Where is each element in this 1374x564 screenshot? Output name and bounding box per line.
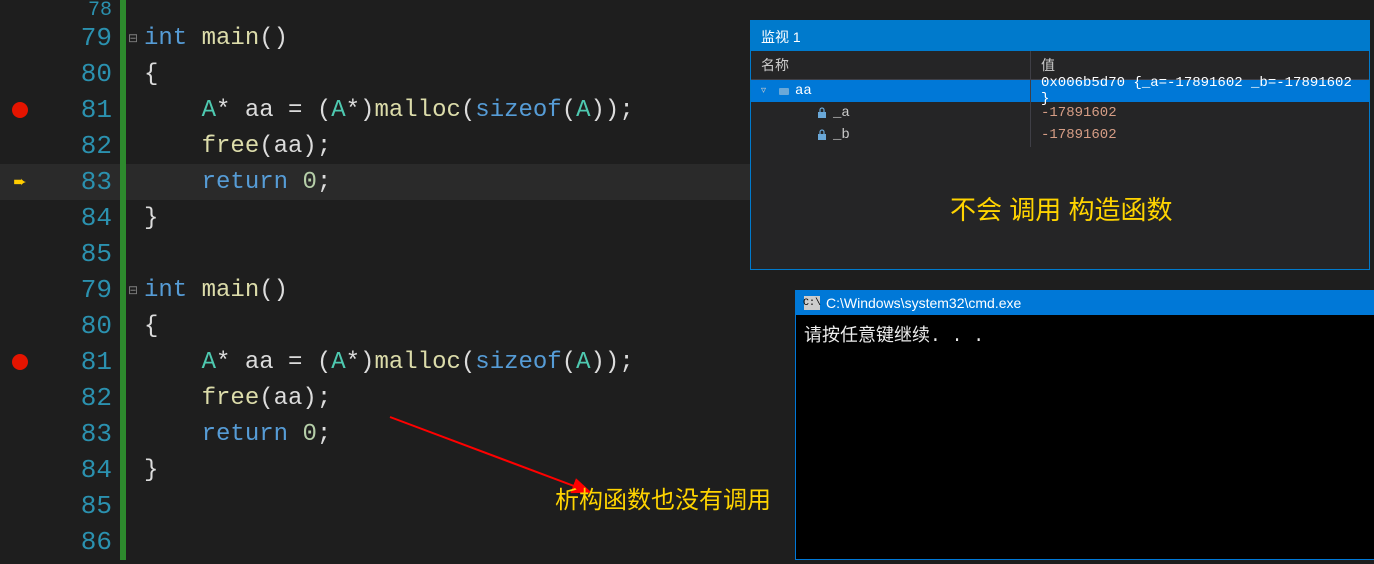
- fold-toggle-icon[interactable]: ⊟: [126, 31, 140, 46]
- code-text[interactable]: }: [140, 205, 158, 232]
- cmd-icon: C:\: [804, 296, 820, 310]
- line-number: 79: [40, 23, 120, 53]
- change-bar: [120, 308, 126, 344]
- code-line[interactable]: 79 ⊟int main(): [0, 272, 800, 308]
- code-text[interactable]: return 0;: [140, 421, 331, 448]
- breakpoint-icon[interactable]: [12, 102, 28, 118]
- line-number: 83: [40, 167, 120, 197]
- watch-window[interactable]: 监视 1 名称 值 ▿ aa0x006b5d70 {_a=-17891602 _…: [750, 20, 1370, 270]
- watch-var-name[interactable]: _b: [751, 123, 1031, 147]
- line-number: 84: [40, 455, 120, 485]
- line-number: 80: [40, 311, 120, 341]
- console-window[interactable]: C:\ C:\Windows\system32\cmd.exe 请按任意键继续.…: [795, 290, 1374, 560]
- code-line[interactable]: 82 free(aa);: [0, 380, 800, 416]
- code-line[interactable]: 85: [0, 236, 800, 272]
- line-number: 81: [40, 95, 120, 125]
- line-number: 80: [40, 59, 120, 89]
- code-text[interactable]: free(aa);: [140, 385, 331, 412]
- line-number: 82: [40, 131, 120, 161]
- console-titlebar[interactable]: C:\ C:\Windows\system32\cmd.exe: [796, 291, 1374, 315]
- code-text[interactable]: free(aa);: [140, 133, 331, 160]
- fold-toggle-icon[interactable]: ⊟: [126, 283, 140, 298]
- change-bar: [120, 128, 126, 164]
- watch-var-value: -17891602: [1031, 101, 1369, 125]
- code-block-1: 7879 ⊟int main() 80 {81 A* aa = (A*)malloc(…: [0, 0, 800, 272]
- line-number: 83: [40, 419, 120, 449]
- code-line[interactable]: 82 free(aa);: [0, 128, 800, 164]
- change-bar: [120, 56, 126, 92]
- lock-icon: [815, 106, 829, 120]
- line-number: 79: [40, 275, 120, 305]
- code-line[interactable]: ➨ 83 return 0;: [0, 164, 800, 200]
- line-number: 85: [40, 491, 120, 521]
- line-number: 82: [40, 383, 120, 413]
- code-text[interactable]: int main(): [140, 277, 288, 304]
- watch-row[interactable]: _b-17891602: [751, 124, 1369, 146]
- code-line[interactable]: 80 {: [0, 56, 800, 92]
- code-line[interactable]: 78: [0, 0, 800, 20]
- change-bar: [120, 380, 126, 416]
- watch-var-value: -17891602: [1031, 123, 1369, 147]
- gutter[interactable]: [0, 354, 40, 370]
- code-line[interactable]: 84}: [0, 200, 800, 236]
- line-number: 78: [40, 0, 120, 22]
- change-bar: [120, 92, 126, 128]
- code-text[interactable]: {: [140, 61, 158, 88]
- code-line[interactable]: 86: [0, 524, 800, 560]
- line-number: 84: [40, 203, 120, 233]
- gutter[interactable]: ➨: [0, 172, 40, 192]
- change-bar: [120, 164, 126, 200]
- expand-icon[interactable]: ▿: [761, 85, 773, 97]
- code-line[interactable]: 83 return 0;: [0, 416, 800, 452]
- code-text[interactable]: return 0;: [140, 169, 331, 196]
- current-line-arrow-icon: ➨: [13, 172, 26, 192]
- watch-row[interactable]: _a-17891602: [751, 102, 1369, 124]
- code-text[interactable]: A* aa = (A*)malloc(sizeof(A));: [140, 97, 634, 124]
- lock-icon: [815, 128, 829, 142]
- change-bar: [120, 452, 126, 488]
- line-number: 86: [40, 527, 120, 557]
- watch-var-name[interactable]: _a: [751, 101, 1031, 125]
- code-line[interactable]: 81 A* aa = (A*)malloc(sizeof(A));: [0, 92, 800, 128]
- code-block-2: 79 ⊟int main() 80 {81 A* aa = (A*)malloc(si…: [0, 272, 800, 560]
- code-text[interactable]: {: [140, 313, 158, 340]
- variable-icon: [777, 84, 791, 98]
- line-number: 85: [40, 239, 120, 269]
- line-number: 81: [40, 347, 120, 377]
- code-text[interactable]: int main(): [140, 25, 288, 52]
- code-text[interactable]: A* aa = (A*)malloc(sizeof(A));: [140, 349, 634, 376]
- change-bar: [120, 416, 126, 452]
- change-bar: [120, 344, 126, 380]
- watch-title: 监视 1: [751, 23, 1369, 51]
- watch-header-name[interactable]: 名称: [751, 51, 1031, 79]
- change-bar: [120, 488, 126, 524]
- code-line[interactable]: 79 ⊟int main(): [0, 20, 800, 56]
- code-line[interactable]: 81 A* aa = (A*)malloc(sizeof(A));: [0, 344, 800, 380]
- change-bar: [120, 200, 126, 236]
- console-title: C:\Windows\system32\cmd.exe: [826, 295, 1021, 311]
- watch-var-name[interactable]: ▿ aa: [751, 79, 1031, 103]
- breakpoint-icon[interactable]: [12, 354, 28, 370]
- annotation-destructor: 析构函数也没有调用: [555, 480, 771, 515]
- code-text[interactable]: }: [140, 457, 158, 484]
- console-output: 请按任意键继续. . .: [796, 315, 1374, 353]
- code-line[interactable]: 80 {: [0, 308, 800, 344]
- gutter[interactable]: [0, 102, 40, 118]
- change-bar: [120, 524, 126, 560]
- watch-row[interactable]: ▿ aa0x006b5d70 {_a=-17891602 _b=-1789160…: [751, 80, 1369, 102]
- annotation-constructor: 不会 调用 构造函数: [950, 190, 1172, 227]
- watch-rows: ▿ aa0x006b5d70 {_a=-17891602 _b=-1789160…: [751, 80, 1369, 146]
- change-bar: [120, 236, 126, 272]
